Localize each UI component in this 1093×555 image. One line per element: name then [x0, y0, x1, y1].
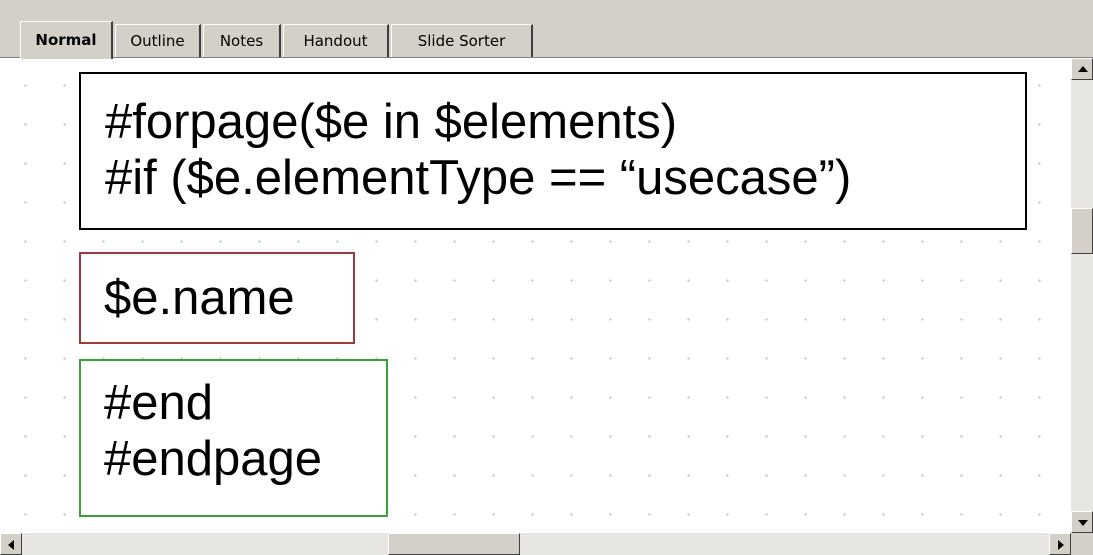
tab-handout[interactable]: Handout: [283, 24, 389, 58]
end-text-box[interactable]: #end #endpage: [79, 359, 388, 517]
horizontal-scroll-thumb[interactable]: [388, 533, 520, 555]
scroll-right-button[interactable]: [1049, 533, 1071, 555]
tab-outline[interactable]: Outline: [115, 24, 201, 58]
arrow-down-icon: [1078, 520, 1088, 526]
horizontal-scrollbar[interactable]: [0, 533, 1071, 555]
forpage-text-box[interactable]: #forpage($e in $elements) #if ($e.elemen…: [79, 72, 1027, 230]
element-name-text-box[interactable]: $e.name: [79, 252, 355, 344]
scroll-left-button[interactable]: [0, 533, 22, 555]
end-line: #end: [104, 376, 214, 430]
tab-notes[interactable]: Notes: [203, 24, 281, 58]
arrow-left-icon: [8, 540, 14, 550]
scrollbar-corner: [1071, 533, 1093, 555]
tab-normal[interactable]: Normal: [20, 21, 113, 59]
endpage-line: #endpage: [104, 432, 323, 486]
slide-canvas[interactable]: #forpage($e in $elements) #if ($e.elemen…: [0, 58, 1071, 533]
element-name-line: $e.name: [104, 271, 295, 325]
vertical-scrollbar[interactable]: [1071, 58, 1093, 533]
scroll-up-button[interactable]: [1071, 58, 1093, 80]
if-condition-line: #if ($e.elementType == “usecase”): [105, 151, 852, 205]
arrow-up-icon: [1078, 66, 1088, 72]
forpage-line: #forpage($e in $elements): [105, 95, 678, 149]
tab-slide-sorter[interactable]: Slide Sorter: [391, 24, 533, 58]
arrow-right-icon: [1058, 540, 1064, 550]
scroll-down-button[interactable]: [1071, 511, 1093, 533]
view-tab-bar: Normal Outline Notes Handout Slide Sorte…: [0, 0, 1093, 59]
vertical-scroll-thumb[interactable]: [1071, 208, 1093, 254]
